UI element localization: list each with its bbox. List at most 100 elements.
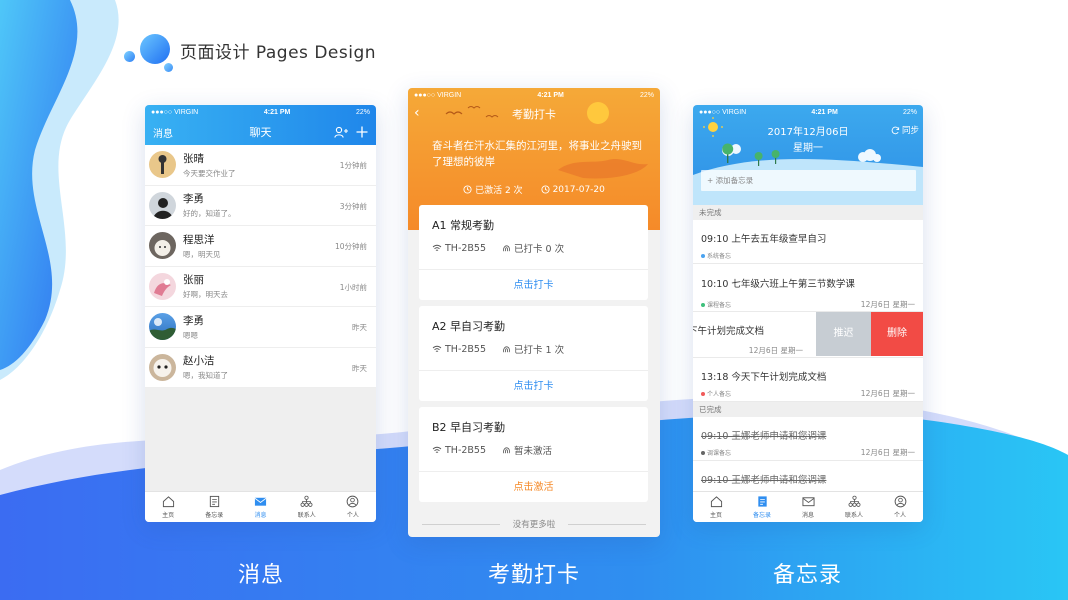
attendance-card: B2 早自习考勤 TH-2B55 暂未激活 点击激活 xyxy=(419,407,648,502)
contacts-icon xyxy=(848,495,860,507)
memo-tag-label: 个人备忘 xyxy=(707,391,732,398)
memo-tag: 个人备忘 xyxy=(701,389,731,398)
tab-label: 个人 xyxy=(346,512,359,519)
chat-time: 昨天 xyxy=(352,323,367,332)
chat-message: 嗯，明天见 xyxy=(183,249,221,259)
memo-item[interactable]: 13:18 今天下午计划完成文档 个人备忘 12月6日 星期一 xyxy=(693,358,923,402)
tab-memo[interactable]: 备忘录 xyxy=(191,492,237,522)
chat-row[interactable]: 李勇 好的，知道了。 3分钟前 xyxy=(145,186,376,226)
add-contact-icon[interactable] xyxy=(334,126,348,138)
tab-bar: 主页 备忘录 消息 联系人 个人 xyxy=(145,491,376,522)
avatar xyxy=(149,232,176,260)
memo-item[interactable]: 10:10 七年级六班上午第三节数学课 课程备忘 12月6日 星期一 xyxy=(693,265,923,312)
nav-bar: 消息 聊天 xyxy=(145,119,376,145)
fingerprint-icon xyxy=(503,446,510,453)
chat-message: 嗯嗯 xyxy=(183,330,198,340)
memo-tag-label: 系统备忘 xyxy=(707,253,732,260)
wifi-icon xyxy=(432,446,442,453)
tab-label: 个人 xyxy=(893,512,906,519)
carrier-label: ●●●○○ VIRGIN xyxy=(151,108,199,116)
memo-tag: 系统备忘 xyxy=(701,251,731,260)
chat-row[interactable]: 李勇 嗯嗯 昨天 xyxy=(145,307,376,348)
clock-label: 4:21 PM xyxy=(263,108,291,116)
chat-message: 今天要交作业了 xyxy=(183,168,236,178)
chat-time: 1分钟前 xyxy=(339,161,367,170)
section-pending: 未完成 xyxy=(693,205,923,220)
chat-name: 李勇 xyxy=(183,193,204,206)
activate-button[interactable]: 点击激活 xyxy=(419,471,648,502)
tab-profile[interactable]: 个人 xyxy=(877,492,923,522)
fingerprint-icon xyxy=(503,244,510,251)
sync-button[interactable]: 同步 xyxy=(891,124,919,136)
tab-profile[interactable]: 个人 xyxy=(330,492,376,522)
sync-icon xyxy=(891,126,900,134)
memo-item[interactable]: 09:10 上午去五年级查早自习 系统备忘 xyxy=(693,220,923,264)
memo-title: 10:10 七年级六班上午第三节数学课 xyxy=(701,279,855,290)
phone-memo: ●●●○○ VIRGIN 4:21 PM 22% 2017年12月06日 星期一… xyxy=(693,105,923,522)
activation-status: 暂未激活 xyxy=(514,446,553,457)
wifi-icon xyxy=(432,345,442,352)
memo-item-swiped[interactable]: 下午计划完成文档 12月6日 星期一 推迟 删除 xyxy=(693,312,923,358)
memo-title: 下午计划完成文档 xyxy=(693,326,765,337)
punch-button[interactable]: 点击打卡 xyxy=(419,370,648,401)
delete-button[interactable]: 删除 xyxy=(871,312,923,356)
phone-attendance: ●●●○○ VIRGIN 4:21 PM 22% ‹ 考勤打卡 奋斗者在汗水汇集… xyxy=(408,88,660,537)
chat-message: 嗯，我知道了 xyxy=(183,371,228,381)
chat-row[interactable]: 张丽 好啊，明天去 1小时前 xyxy=(145,267,376,307)
tab-label: 备忘录 xyxy=(205,512,224,519)
memo-title: 09:10 王娜老师申请和您调课 xyxy=(701,475,827,486)
add-memo-input[interactable]: + 添加备忘录 xyxy=(701,170,916,191)
postpone-button[interactable]: 推迟 xyxy=(816,312,871,356)
chat-row[interactable]: 张晴 今天要交作业了 1分钟前 xyxy=(145,145,376,186)
tab-label: 联系人 xyxy=(297,512,316,519)
tab-contacts[interactable]: 联系人 xyxy=(831,492,877,522)
avatar xyxy=(149,191,176,219)
card-title: A1 常规考勤 xyxy=(432,219,495,232)
nav-left-label[interactable]: 消息 xyxy=(153,125,173,140)
chat-message: 好啊，明天去 xyxy=(183,290,228,300)
home-icon xyxy=(162,496,174,508)
clock-icon xyxy=(541,185,550,194)
home-icon xyxy=(710,496,722,508)
memo-date-title: 2017年12月06日 xyxy=(767,127,849,138)
no-more-label: 没有更多啦 xyxy=(408,518,660,530)
memo-date: 12月6日 星期一 xyxy=(860,389,915,398)
tab-messages[interactable]: 消息 xyxy=(785,492,831,522)
battery-label: 22% xyxy=(355,108,370,116)
attendance-card: A2 早自习考勤 TH-2B55 已打卡 1 次 点击打卡 xyxy=(419,306,648,401)
messages-header: ●●●○○ VIRGIN 4:21 PM 22% 消息 聊天 xyxy=(145,105,376,145)
decor-bubble xyxy=(164,63,173,72)
tab-memo[interactable]: 备忘录 xyxy=(739,492,785,522)
memo-tag-label: 调课备忘 xyxy=(707,450,732,457)
status-bar: ●●●○○ VIRGIN 4:21 PM 22% xyxy=(145,105,376,119)
avatar xyxy=(149,353,176,381)
tab-messages[interactable]: 消息 xyxy=(237,492,283,522)
memo-tag: 调课备忘 xyxy=(701,448,731,457)
device-id: TH-2B55 xyxy=(445,343,487,355)
chat-row[interactable]: 赵小洁 嗯，我知道了 昨天 xyxy=(145,348,376,388)
memo-title: 09:10 上午去五年级查早自习 xyxy=(701,234,827,245)
plus-icon[interactable] xyxy=(356,126,368,138)
activation-icon xyxy=(463,185,472,194)
fingerprint-icon xyxy=(503,345,510,352)
section-done: 已完成 xyxy=(693,402,923,417)
memo-title: 09:10 王娜老师申请和您调课 xyxy=(701,431,827,442)
tab-contacts[interactable]: 联系人 xyxy=(284,492,330,522)
attendance-stats: 已激活 2 次 2017-07-20 xyxy=(408,183,660,196)
punch-count: 已打卡 1 次 xyxy=(514,345,565,356)
decor-bubble xyxy=(140,34,170,64)
memo-item[interactable]: 09:10 王娜老师申请和您调课 调课备忘 12月6日 星期一 xyxy=(693,417,923,461)
punch-button[interactable]: 点击打卡 xyxy=(419,269,648,300)
punch-count: 已打卡 0 次 xyxy=(514,244,565,255)
chat-name: 程思洋 xyxy=(183,233,215,246)
chat-row[interactable]: 程思洋 嗯，明天见 10分钟前 xyxy=(145,226,376,267)
avatar xyxy=(149,272,176,300)
caption-messages: 消息 xyxy=(238,563,285,588)
tab-home[interactable]: 主页 xyxy=(145,492,191,522)
caption-attendance: 考勤打卡 xyxy=(488,563,581,588)
mail-icon xyxy=(801,497,815,507)
caption-memo: 备忘录 xyxy=(773,563,843,588)
chat-name: 赵小洁 xyxy=(183,355,215,368)
user-icon xyxy=(347,495,359,508)
tab-home[interactable]: 主页 xyxy=(693,492,739,522)
